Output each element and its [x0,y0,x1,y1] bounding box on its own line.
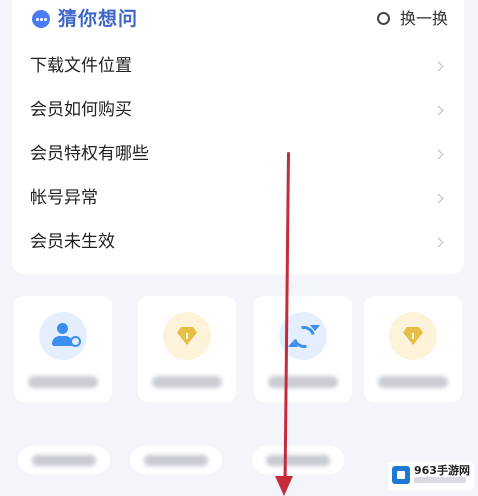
site-watermark: 963手游网 [388,462,474,490]
shortcut-pill[interactable] [130,446,222,474]
blurred-caption [32,455,96,466]
question-label: 会员如何购买 [30,100,132,120]
user-settings-icon [39,312,87,360]
blurred-caption [144,455,208,466]
service-tile-member[interactable] [138,296,236,402]
blurred-caption [28,376,98,388]
chevron-right-icon [433,193,444,204]
question-item[interactable]: 会员未生效 [12,222,464,266]
chevron-right-icon [433,237,444,248]
diamond-icon [389,312,437,360]
diamond-icon [163,312,211,360]
shortcut-pill[interactable] [18,446,110,474]
service-tile-sync[interactable] [254,296,352,402]
refresh-button[interactable]: 换一换 [376,6,448,32]
question-item[interactable]: 帐号异常 [12,178,464,222]
question-list: 下载文件位置 会员如何购买 会员特权有哪些 帐号异常 会员未生效 [12,46,464,266]
question-item[interactable]: 会员特权有哪些 [12,134,464,178]
chevron-right-icon [433,149,444,160]
question-item[interactable]: 下载文件位置 [12,46,464,90]
blurred-caption [268,376,338,388]
refresh-icon [376,12,390,25]
blurred-caption [378,376,448,388]
blurred-caption [266,455,330,466]
question-label: 会员未生效 [30,232,115,252]
service-tile-account[interactable] [14,296,112,402]
watermark-url-blur [414,477,466,483]
faq-card: 猜你想问 换一换 下载文件位置 会员如何购买 会员特权有哪些 帐号异常 会员未生… [12,0,464,274]
shortcut-pill[interactable] [252,446,344,474]
question-label: 下载文件位置 [30,56,132,76]
annotation-arrow-head [275,476,293,496]
question-label: 帐号异常 [30,188,98,208]
service-tile-vip[interactable] [364,296,462,402]
chat-bubble-icon [32,10,50,28]
watermark-name: 963手游网 [414,464,470,477]
chevron-right-icon [433,105,444,116]
chevron-right-icon [433,61,444,72]
site-logo-icon [392,466,410,484]
refresh-label: 换一换 [399,9,448,28]
faq-title: 猜你想问 [58,8,139,30]
blurred-caption [152,376,222,388]
service-tiles [14,296,468,406]
question-item[interactable]: 会员如何购买 [12,90,464,134]
faq-header: 猜你想问 换一换 [32,6,448,32]
question-label: 会员特权有哪些 [30,144,149,164]
